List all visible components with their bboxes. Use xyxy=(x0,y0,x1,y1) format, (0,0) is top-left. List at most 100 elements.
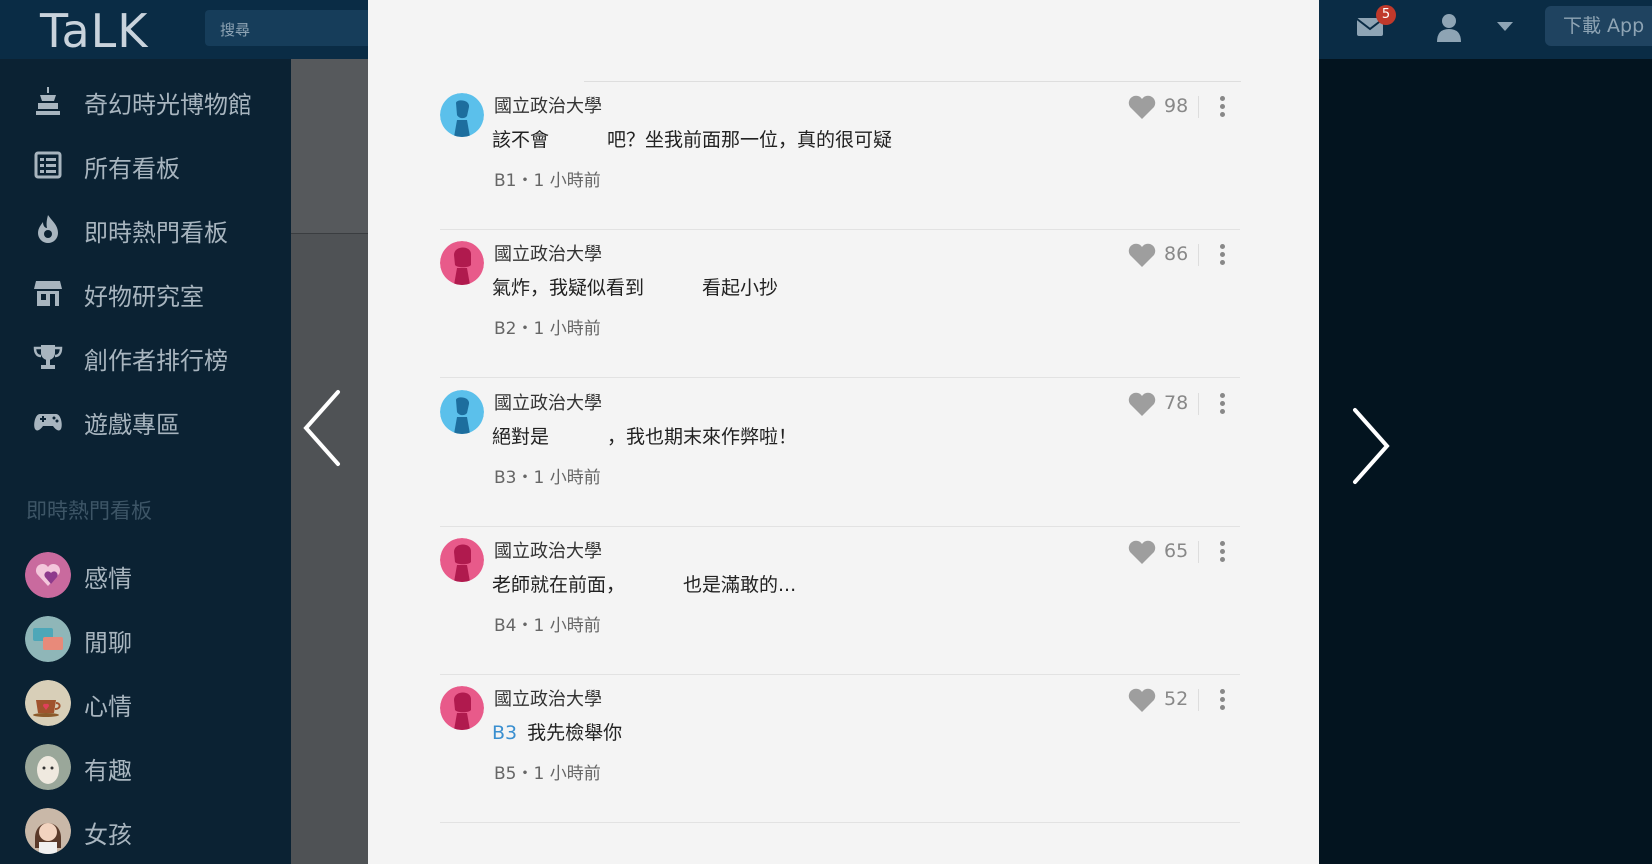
next-arrow-icon[interactable] xyxy=(1351,406,1391,486)
search-input[interactable]: 搜尋 xyxy=(205,10,375,46)
comment-item: 國立政治大學 氣炸，我疑似看到 看起小抄 B2・1 小時前 86 xyxy=(440,230,1240,378)
comment-meta: B3・1 小時前 xyxy=(494,468,601,488)
female-avatar-icon[interactable] xyxy=(440,538,484,582)
comment-text-part: 該不會 xyxy=(492,129,550,151)
board-avatar-alpaca-icon xyxy=(25,744,71,790)
search-placeholder: 搜尋 xyxy=(220,21,251,39)
board-label: 心情 xyxy=(84,693,132,721)
sidebar-item-label: 創作者排行榜 xyxy=(84,347,228,375)
divider xyxy=(1198,541,1199,563)
comment-text-part: 也是滿敢的... xyxy=(683,574,797,596)
comment-text-part: 吧？坐我前面那一位，真的很可疑 xyxy=(607,129,893,151)
like-button[interactable]: 52 xyxy=(1128,686,1208,714)
heart-icon xyxy=(1128,95,1156,119)
comment-text: 老師就在前面， 也是滿敢的... xyxy=(492,570,796,597)
sidebar: 奇幻時光博物館 所有看板 即時熱門看板 好物研究室 創作者排行榜 遊戲專區 即時… xyxy=(0,59,291,864)
comment-text-part: ，我也期末來作弊啦！ xyxy=(607,426,798,448)
museum-icon xyxy=(36,87,60,115)
divider xyxy=(1198,689,1199,711)
sidebar-item-goods-lab[interactable]: 好物研究室 xyxy=(0,263,291,323)
sidebar-item-label: 遊戲專區 xyxy=(84,411,180,439)
talk-logo[interactable]: TaLK xyxy=(40,4,148,58)
comment-author[interactable]: 國立政治大學 xyxy=(494,389,602,415)
sidebar-item-label: 所有看板 xyxy=(84,155,180,183)
like-button[interactable]: 98 xyxy=(1128,93,1208,121)
comment-author[interactable]: 國立政治大學 xyxy=(494,240,602,266)
board-item-relationship[interactable]: 感情 xyxy=(0,545,291,605)
comment-text: 該不會 吧？坐我前面那一位，真的很可疑 xyxy=(492,125,892,152)
comment-author[interactable]: 國立政治大學 xyxy=(494,685,602,711)
female-avatar-icon[interactable] xyxy=(440,241,484,285)
more-options-icon[interactable] xyxy=(1218,393,1226,417)
board-item-mood[interactable]: 心情 xyxy=(0,673,291,733)
previous-arrow-icon[interactable] xyxy=(302,388,342,468)
comment-text-part: 看起小抄 xyxy=(702,277,779,299)
board-avatar-coffee-icon xyxy=(25,680,71,726)
hot-boards-section-title: 即時熱門看板 xyxy=(26,499,152,523)
female-avatar-icon[interactable] xyxy=(440,686,484,730)
male-avatar-icon[interactable] xyxy=(440,390,484,434)
comment-meta: B5・1 小時前 xyxy=(494,764,601,784)
comment-text: 氣炸，我疑似看到 看起小抄 xyxy=(492,273,778,300)
comment-meta: B1・1 小時前 xyxy=(494,171,601,191)
like-count: 86 xyxy=(1164,243,1189,265)
like-count: 98 xyxy=(1164,95,1189,117)
comment-item: 國立政治大學 絕對是 ，我也期末來作弊啦！ B3・1 小時前 78 xyxy=(440,379,1240,527)
heart-icon xyxy=(1128,243,1156,267)
list-icon xyxy=(34,151,62,179)
download-app-button[interactable]: 下載 App xyxy=(1545,6,1652,46)
comment-meta: B4・1 小時前 xyxy=(494,616,601,636)
gamepad-icon xyxy=(34,414,62,431)
male-avatar-icon[interactable] xyxy=(440,93,484,137)
more-options-icon[interactable] xyxy=(1218,96,1226,120)
user-icon[interactable] xyxy=(1435,12,1463,42)
comment-text-part: 絕對是 xyxy=(492,426,550,448)
sidebar-item-games[interactable]: 遊戲專區 xyxy=(0,391,291,451)
like-count: 78 xyxy=(1164,392,1189,414)
comment-text: B3 我先檢舉你 xyxy=(492,718,622,745)
sidebar-item-museum[interactable]: 奇幻時光博物館 xyxy=(0,71,291,131)
sidebar-item-all-boards[interactable]: 所有看板 xyxy=(0,135,291,195)
like-count: 52 xyxy=(1164,688,1189,710)
more-options-icon[interactable] xyxy=(1218,689,1226,713)
board-label: 有趣 xyxy=(84,757,132,785)
board-item-chat[interactable]: 閒聊 xyxy=(0,609,291,669)
mail-badge: 5 xyxy=(1376,5,1396,25)
sidebar-item-creator-ranking[interactable]: 創作者排行榜 xyxy=(0,327,291,387)
divider xyxy=(1198,244,1199,266)
comment-meta: B2・1 小時前 xyxy=(494,319,601,339)
trophy-icon xyxy=(33,345,63,369)
board-item-girl[interactable]: 女孩 xyxy=(0,801,291,861)
dimmed-background-header xyxy=(291,59,368,234)
sidebar-item-label: 即時熱門看板 xyxy=(84,219,228,247)
like-count: 65 xyxy=(1164,540,1189,562)
sidebar-item-hot-boards[interactable]: 即時熱門看板 xyxy=(0,199,291,259)
comment-author[interactable]: 國立政治大學 xyxy=(494,537,602,563)
more-options-icon[interactable] xyxy=(1218,541,1226,565)
comment-text-part: 老師就在前面， xyxy=(492,574,626,596)
like-button[interactable]: 78 xyxy=(1128,390,1208,418)
board-avatar-chat-icon xyxy=(25,616,71,662)
sidebar-item-label: 奇幻時光博物館 xyxy=(84,91,252,119)
chevron-down-icon[interactable] xyxy=(1497,22,1513,31)
sidebar-item-label: 好物研究室 xyxy=(84,283,204,311)
board-label: 感情 xyxy=(84,565,132,593)
comment-item: 國立政治大學 老師就在前面， 也是滿敢的... B4・1 小時前 65 xyxy=(440,527,1240,675)
like-button[interactable]: 65 xyxy=(1128,538,1208,566)
like-button[interactable]: 86 xyxy=(1128,241,1208,269)
board-item-funny[interactable]: 有趣 xyxy=(0,737,291,797)
fire-icon xyxy=(38,215,58,243)
heart-icon xyxy=(1128,688,1156,712)
floor-reference-link[interactable]: B3 xyxy=(492,722,517,744)
store-icon xyxy=(34,281,62,306)
heart-icon xyxy=(1128,540,1156,564)
board-label: 女孩 xyxy=(84,821,132,849)
board-avatar-girl-icon xyxy=(25,808,71,854)
comment-author[interactable]: 國立政治大學 xyxy=(494,92,602,118)
comment-item: 國立政治大學 該不會 吧？坐我前面那一位，真的很可疑 B1・1 小時前 98 xyxy=(440,82,1240,230)
divider xyxy=(1198,393,1199,415)
board-label: 閒聊 xyxy=(84,629,132,657)
more-options-icon[interactable] xyxy=(1218,244,1226,268)
comment-text: 絕對是 ，我也期末來作弊啦！ xyxy=(492,422,797,449)
board-avatar-heart-icon xyxy=(25,552,71,598)
